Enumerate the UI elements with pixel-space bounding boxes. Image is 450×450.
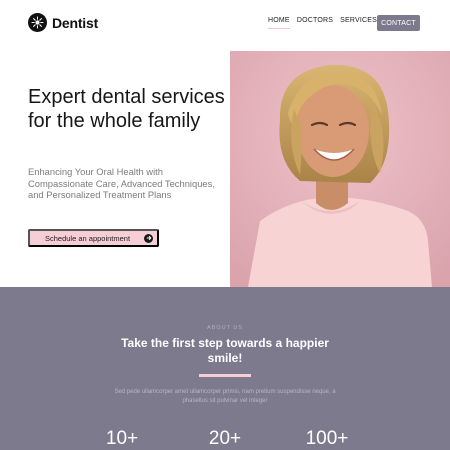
nav-link-services[interactable]: SERVICES [340, 17, 377, 29]
tooth-sunburst-icon [28, 13, 47, 32]
nav-link-home[interactable]: HOME [268, 17, 290, 29]
about-eyebrow: ABOUT US [206, 325, 243, 331]
hero-subtitle: Enhancing Your Oral Health with Compassi… [28, 166, 215, 200]
site-header: Dentist HOME DOCTORS SERVICES CONTACT [0, 0, 450, 48]
stat-value: 100+ [305, 428, 349, 449]
nav-link-doctors[interactable]: DOCTORS [297, 17, 333, 29]
schedule-appointment-label: Schedule an appointment [45, 233, 131, 243]
arrow-right-icon [144, 233, 154, 243]
brand-logo[interactable]: Dentist [28, 13, 98, 32]
brand-name: Dentist [52, 14, 99, 31]
stat-value: 10+ [105, 428, 139, 449]
contact-button[interactable]: CONTACT [377, 15, 420, 31]
about-section: ABOUT US Take the first step towards a h… [0, 287, 450, 450]
main-nav: HOME DOCTORS SERVICES [268, 17, 377, 29]
stat-value: 20+ [208, 428, 242, 449]
about-title: Take the first step towards a happier sm… [121, 336, 329, 365]
hero-title: Expert dental services for the whole fam… [28, 86, 225, 132]
about-text: Sed pede ullamcorper amet ullamcorper pr… [114, 389, 336, 404]
about-divider [199, 374, 251, 377]
schedule-appointment-button[interactable]: Schedule an appointment [28, 229, 159, 247]
hero-photo-smiling-woman [230, 51, 450, 287]
